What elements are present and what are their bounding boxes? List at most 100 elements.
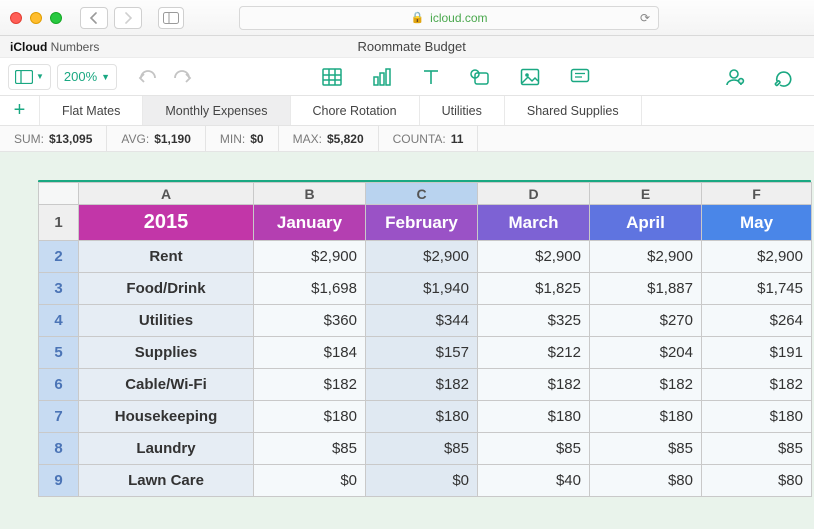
sidebar-toggle-button[interactable] (158, 7, 184, 29)
value-cell[interactable]: $1,745 (702, 273, 812, 305)
undo-button[interactable] (137, 69, 159, 85)
value-cell[interactable]: $184 (254, 337, 366, 369)
zoom-dropdown[interactable]: 200% ▼ (57, 64, 117, 90)
sheet-tabs: + Flat MatesMonthly ExpensesChore Rotati… (0, 96, 814, 126)
value-cell[interactable]: $2,900 (478, 241, 590, 273)
value-cell[interactable]: $85 (590, 433, 702, 465)
value-cell[interactable]: $2,900 (702, 241, 812, 273)
value-cell[interactable]: $212 (478, 337, 590, 369)
comment-icon[interactable] (564, 64, 596, 90)
collaborate-icon[interactable] (718, 64, 752, 90)
category-cell[interactable]: Housekeeping (79, 401, 254, 433)
value-cell[interactable]: $360 (254, 305, 366, 337)
value-cell[interactable]: $264 (702, 305, 812, 337)
month-header-cell[interactable]: April (590, 205, 702, 241)
format-icon[interactable] (768, 64, 800, 90)
value-cell[interactable]: $180 (590, 401, 702, 433)
close-window-button[interactable] (10, 12, 22, 24)
spreadsheet-table[interactable]: ABCDEF 12015JanuaryFebruaryMarchAprilMay 2… (38, 182, 812, 497)
value-cell[interactable]: $344 (366, 305, 478, 337)
corner-cell[interactable] (39, 183, 79, 205)
value-cell[interactable]: $85 (702, 433, 812, 465)
sheet-tab[interactable]: Utilities (420, 96, 505, 125)
value-cell[interactable]: $157 (366, 337, 478, 369)
value-cell[interactable]: $80 (702, 465, 812, 497)
category-cell[interactable]: Food/Drink (79, 273, 254, 305)
value-cell[interactable]: $180 (702, 401, 812, 433)
row-header[interactable]: 9 (39, 465, 79, 497)
value-cell[interactable]: $0 (254, 465, 366, 497)
value-cell[interactable]: $191 (702, 337, 812, 369)
value-cell[interactable]: $2,900 (254, 241, 366, 273)
value-cell[interactable]: $182 (702, 369, 812, 401)
row-header[interactable]: 3 (39, 273, 79, 305)
column-header[interactable]: D (478, 183, 590, 205)
value-cell[interactable]: $85 (366, 433, 478, 465)
value-cell[interactable]: $85 (254, 433, 366, 465)
text-icon[interactable] (416, 64, 446, 90)
table-icon[interactable] (316, 64, 348, 90)
month-header-cell[interactable]: February (366, 205, 478, 241)
row-header[interactable]: 7 (39, 401, 79, 433)
category-cell[interactable]: Cable/Wi-Fi (79, 369, 254, 401)
category-cell[interactable]: Laundry (79, 433, 254, 465)
month-header-cell[interactable]: January (254, 205, 366, 241)
value-cell[interactable]: $40 (478, 465, 590, 497)
month-header-cell[interactable]: May (702, 205, 812, 241)
sheet-tab[interactable]: Flat Mates (40, 96, 143, 125)
column-header[interactable]: C (366, 183, 478, 205)
value-cell[interactable]: $80 (590, 465, 702, 497)
value-cell[interactable]: $204 (590, 337, 702, 369)
value-cell[interactable]: $180 (254, 401, 366, 433)
value-cell[interactable]: $2,900 (366, 241, 478, 273)
shape-icon[interactable] (464, 64, 496, 90)
value-cell[interactable]: $325 (478, 305, 590, 337)
address-bar[interactable]: 🔒 icloud.com ⟳ (239, 6, 659, 30)
sheet-tab[interactable]: Monthly Expenses (143, 96, 290, 125)
sheet-tab[interactable]: Chore Rotation (291, 96, 420, 125)
category-cell[interactable]: Lawn Care (79, 465, 254, 497)
minimize-window-button[interactable] (30, 12, 42, 24)
value-cell[interactable]: $180 (366, 401, 478, 433)
column-header[interactable]: E (590, 183, 702, 205)
value-cell[interactable]: $182 (366, 369, 478, 401)
back-button[interactable] (80, 7, 108, 29)
category-cell[interactable]: Utilities (79, 305, 254, 337)
value-cell[interactable]: $1,825 (478, 273, 590, 305)
value-cell[interactable]: $1,698 (254, 273, 366, 305)
row-header[interactable]: 6 (39, 369, 79, 401)
spreadsheet-canvas[interactable]: ABCDEF 12015JanuaryFebruaryMarchAprilMay 2… (0, 152, 814, 529)
value-cell[interactable]: $182 (590, 369, 702, 401)
value-cell[interactable]: $85 (478, 433, 590, 465)
media-icon[interactable] (514, 64, 546, 90)
column-header[interactable]: F (702, 183, 812, 205)
value-cell[interactable]: $180 (478, 401, 590, 433)
month-header-cell[interactable]: March (478, 205, 590, 241)
column-header[interactable]: A (79, 183, 254, 205)
row-header[interactable]: 1 (39, 205, 79, 241)
category-cell[interactable]: Rent (79, 241, 254, 273)
column-header[interactable]: B (254, 183, 366, 205)
view-button[interactable]: ▼ (8, 64, 51, 90)
value-cell[interactable]: $1,887 (590, 273, 702, 305)
add-sheet-button[interactable]: + (0, 96, 40, 125)
value-cell[interactable]: $2,900 (590, 241, 702, 273)
chart-icon[interactable] (366, 64, 398, 90)
forward-button[interactable] (114, 7, 142, 29)
row-header[interactable]: 2 (39, 241, 79, 273)
maximize-window-button[interactable] (50, 12, 62, 24)
value-cell[interactable]: $182 (478, 369, 590, 401)
row-header[interactable]: 8 (39, 433, 79, 465)
year-header-cell[interactable]: 2015 (79, 205, 254, 241)
value-cell[interactable]: $1,940 (366, 273, 478, 305)
redo-button[interactable] (171, 69, 193, 85)
row-header[interactable]: 4 (39, 305, 79, 337)
sheet-tab[interactable]: Shared Supplies (505, 96, 642, 125)
value-cell[interactable]: $182 (254, 369, 366, 401)
nav-buttons (80, 7, 142, 29)
value-cell[interactable]: $270 (590, 305, 702, 337)
category-cell[interactable]: Supplies (79, 337, 254, 369)
value-cell[interactable]: $0 (366, 465, 478, 497)
row-header[interactable]: 5 (39, 337, 79, 369)
reload-icon[interactable]: ⟳ (640, 11, 650, 25)
